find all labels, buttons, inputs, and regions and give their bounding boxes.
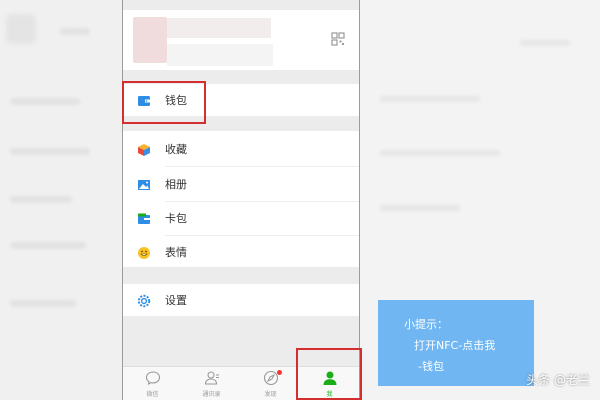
features-group: 收藏 相册 卡包 表情 (123, 131, 359, 267)
menu-item-settings[interactable]: 设置 (123, 285, 359, 315)
divider (165, 235, 359, 236)
tip-box: 小提示： 打开NFC-点击我 -钱包 (378, 300, 534, 386)
menu-item-cards[interactable]: 卡包 (123, 203, 359, 233)
divider (165, 166, 359, 167)
blurred-text (10, 98, 80, 105)
favorites-cube-icon (137, 142, 151, 156)
menu-item-album[interactable]: 相册 (123, 169, 359, 199)
tip-title: 小提示： (404, 318, 448, 331)
blurred-account-id (167, 44, 273, 66)
qr-code-icon[interactable] (331, 32, 345, 46)
blurred-text (10, 300, 76, 307)
tab-contacts[interactable]: 通讯录 (182, 367, 241, 400)
notification-badge (277, 370, 282, 375)
tab-discover[interactable]: 发现 (241, 367, 300, 400)
wallet-highlight-box (122, 81, 206, 124)
blurred-text (380, 96, 480, 102)
divider (165, 201, 359, 202)
smiley-icon (137, 245, 151, 259)
card-icon (137, 211, 151, 225)
contacts-icon (204, 370, 220, 386)
me-tab-highlight-box (296, 348, 362, 400)
menu-item-favorites[interactable]: 收藏 (123, 134, 359, 164)
blurred-text (520, 40, 570, 46)
blurred-name (167, 18, 271, 38)
menu-item-label: 收藏 (165, 143, 187, 156)
blurred-text (380, 150, 500, 156)
blurred-text (10, 196, 72, 203)
chat-bubble-icon (145, 370, 161, 386)
watermark: 头条 @老兰 (526, 373, 590, 387)
photo-icon (137, 177, 151, 191)
gear-icon (137, 293, 151, 308)
avatar[interactable] (133, 17, 167, 63)
settings-group: 设置 (123, 284, 359, 316)
menu-item-label: 相册 (165, 178, 187, 191)
menu-item-label: 表情 (165, 246, 187, 259)
blurred-text (10, 148, 90, 155)
tip-line: -钱包 (418, 360, 444, 373)
blurred-avatar (6, 14, 36, 44)
phone-screen: 钱包 收藏 相册 卡包 表情 设置 微信 通讯录 发现 我 (122, 0, 360, 400)
blurred-text (10, 242, 86, 249)
profile-card[interactable] (123, 10, 359, 70)
tab-chats[interactable]: 微信 (123, 367, 182, 400)
background-left-panel (0, 0, 122, 400)
tab-label: 通讯录 (202, 391, 221, 398)
menu-item-label: 卡包 (165, 212, 187, 225)
menu-item-stickers[interactable]: 表情 (123, 237, 359, 267)
tip-line: 打开NFC-点击我 (414, 339, 496, 352)
tab-label: 发现 (264, 391, 277, 398)
blurred-text (380, 205, 460, 211)
blurred-text (60, 28, 90, 35)
menu-item-label: 设置 (165, 294, 187, 307)
tab-label: 微信 (146, 391, 159, 398)
